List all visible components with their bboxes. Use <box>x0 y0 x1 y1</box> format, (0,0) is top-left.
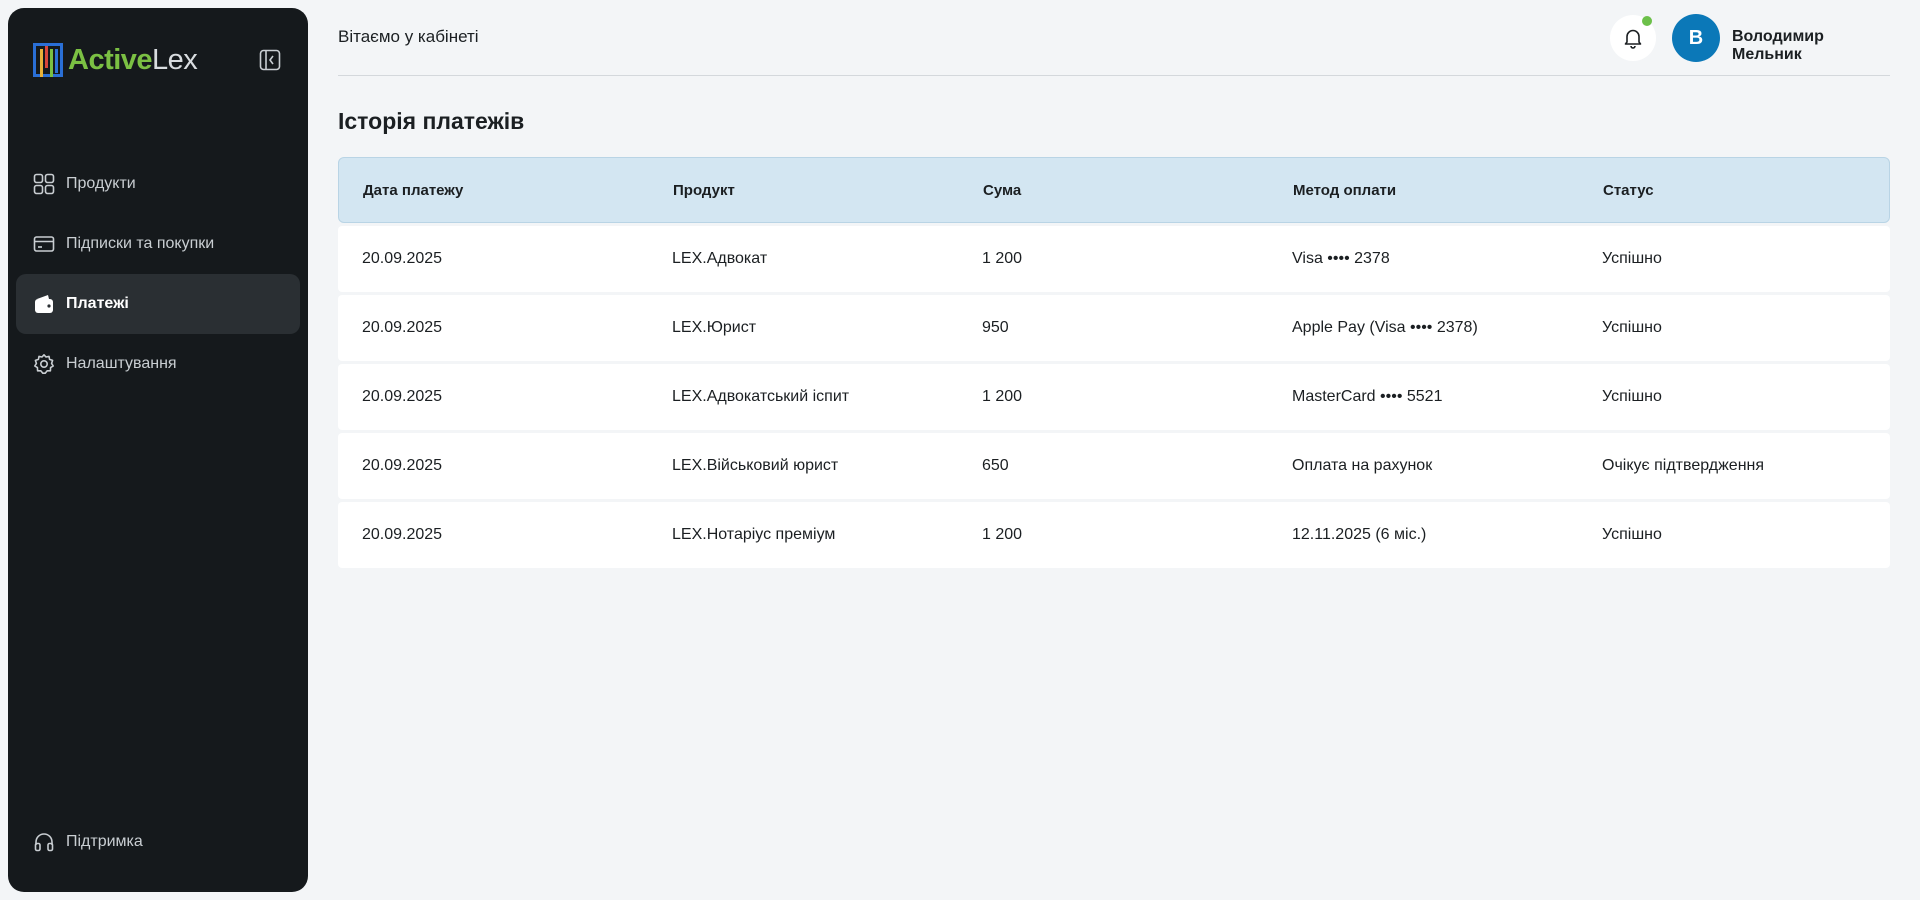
cell-product: LEX.Адвокатський іспит <box>672 388 850 405</box>
cell-status: Успішно <box>1602 526 1662 543</box>
column-header-status: Статус <box>1603 181 1654 199</box>
support-label: Підтримка <box>66 833 143 850</box>
cell-status: Успішно <box>1602 319 1662 336</box>
cell-date: 20.09.2025 <box>362 319 443 336</box>
greeting-text: Вітаємо у кабінеті <box>338 27 479 46</box>
sidebar-item-label: Підписки та покупки <box>66 235 215 252</box>
cell-amount: 650 <box>982 457 1009 474</box>
sidebar-collapse-button[interactable] <box>258 48 282 72</box>
sidebar-item-label: Платежі <box>66 295 129 312</box>
sidebar-nav: Продукти Підписки та покупки Платежі Нал… <box>16 154 300 394</box>
page-title: Історія платежів <box>338 108 525 134</box>
sidebar-item-label: Налаштування <box>66 355 177 372</box>
table-row[interactable]: 20.09.2025 LEX.Адвокатський іспит 1 200 … <box>338 364 1890 430</box>
cell-status: Успішно <box>1602 388 1662 405</box>
cell-product: LEX.Військовий юрист <box>672 457 839 474</box>
grid-icon <box>32 172 56 196</box>
cell-amount: 1 200 <box>982 250 1023 267</box>
column-header-method: Метод оплати <box>1293 181 1397 199</box>
brand-name-active: Active <box>68 44 153 76</box>
payments-table: Дата платежу Продукт Сума Метод оплати С… <box>338 157 1890 568</box>
cell-method: Visa •••• 2378 <box>1292 250 1390 267</box>
cell-product: LEX.Юрист <box>672 319 757 336</box>
cell-date: 20.09.2025 <box>362 526 443 543</box>
cell-amount: 950 <box>982 319 1009 336</box>
avatar[interactable]: В <box>1672 14 1720 62</box>
sidebar-item-payments[interactable]: Платежі <box>16 274 300 334</box>
cell-product: LEX.Нотаріус преміум <box>672 526 836 543</box>
gear-icon <box>32 352 56 376</box>
column-header-product: Продукт <box>673 181 735 199</box>
main-content: Вітаємо у кабінеті В Володимир Мельник І… <box>338 0 1890 900</box>
sidebar-item-label: Продукти <box>66 175 136 192</box>
sidebar-item-subscriptions[interactable]: Підписки та покупки <box>16 214 300 274</box>
cell-method: 12.11.2025 (6 міс.) <box>1292 526 1427 543</box>
cell-amount: 1 200 <box>982 526 1023 543</box>
sidebar-item-products[interactable]: Продукти <box>16 154 300 214</box>
cell-status: Успішно <box>1602 250 1662 267</box>
cell-status: Очікує підтвердження <box>1602 457 1765 474</box>
notifications-button[interactable] <box>1610 15 1656 61</box>
column-header-amount: Сума <box>983 181 1022 199</box>
headphones-icon <box>32 830 56 854</box>
table-row[interactable]: 20.09.2025 LEX.Нотаріус преміум 1 200 12… <box>338 502 1890 568</box>
cell-date: 20.09.2025 <box>362 457 443 474</box>
cell-method: MasterCard •••• 5521 <box>1292 388 1443 405</box>
cell-method: Apple Pay (Visa •••• 2378) <box>1292 319 1478 336</box>
table-row[interactable]: 20.09.2025 LEX.Юрист 950 Apple Pay (Visa… <box>338 295 1890 361</box>
table-header: Дата платежу Продукт Сума Метод оплати С… <box>338 157 1890 223</box>
activelex-logo-icon <box>33 43 63 77</box>
bell-icon <box>1624 29 1642 49</box>
sidebar: ActiveLex Продукти Підписки та покупки П… <box>8 8 308 892</box>
sidebar-item-settings[interactable]: Налаштування <box>16 334 300 394</box>
table-row[interactable]: 20.09.2025 LEX.Військовий юрист 650 Опла… <box>338 433 1890 499</box>
brand-logo[interactable]: ActiveLex <box>32 40 198 80</box>
sidebar-item-support[interactable]: Підтримка <box>16 822 300 862</box>
card-icon <box>32 232 56 256</box>
brand-name-lex: Lex <box>152 44 198 76</box>
cell-date: 20.09.2025 <box>362 388 443 405</box>
wallet-icon <box>32 292 56 316</box>
cell-date: 20.09.2025 <box>362 250 443 267</box>
notification-badge-dot <box>1642 16 1652 26</box>
table-row[interactable]: 20.09.2025 LEX.Адвокат 1 200 Visa •••• 2… <box>338 226 1890 292</box>
cell-amount: 1 200 <box>982 388 1023 405</box>
column-header-date: Дата платежу <box>363 181 464 199</box>
top-bar: Вітаємо у кабінеті В Володимир Мельник <box>338 0 1890 76</box>
cell-method: Оплата на рахунок <box>1292 457 1433 474</box>
collapse-sidebar-icon <box>259 49 281 71</box>
user-name[interactable]: Володимир Мельник <box>1732 28 1890 64</box>
cell-product: LEX.Адвокат <box>672 250 768 267</box>
